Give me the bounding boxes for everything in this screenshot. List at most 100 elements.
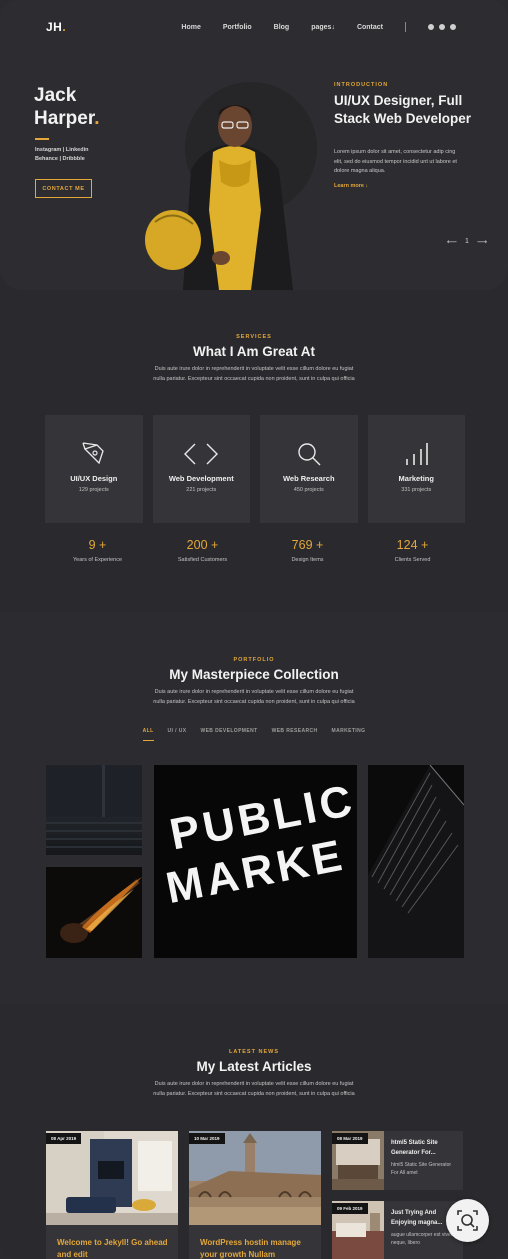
hero-links-line1[interactable]: Instagram | Linkedin [35,146,89,155]
portfolio-filters: ALL UI / UX WEB DEVELOPMENT WEB RESEARCH… [0,728,508,741]
stat-item: 124 + Clients Served [360,538,465,563]
hero-accent-rule [35,138,49,140]
filter-all[interactable]: ALL [142,728,154,741]
arrow-right-icon[interactable]: ⟶ [477,238,487,246]
living-room-image [46,1131,178,1225]
nav-divider [405,22,406,32]
portfolio-item-dark-room[interactable] [46,765,142,855]
stat-label: Satisfied Customers [177,557,228,563]
lens-search-icon [457,1210,478,1231]
twitter-icon[interactable] [450,24,456,30]
bar-chart-icon [406,443,429,465]
article-date: 10 Mar 2019 [189,1133,225,1144]
article-title[interactable]: WordPress hostin manage your growth Null… [200,1237,312,1259]
portfolio-description: Duis aute irure dolor in reprehenderit i… [153,689,355,705]
nav-portfolio[interactable]: Portfolio [223,24,252,31]
portfolio-title: My Masterpiece Collection [169,667,339,682]
side-article-desc: html5 Static Site Generator For All amet [391,1162,452,1176]
hero-section: JH. Home Portfolio Blog pages↓ Contact J… [0,0,508,290]
pen-tool-icon [82,442,104,465]
nav-pages[interactable]: pages↓ [311,24,335,31]
nav-home[interactable]: Home [181,24,200,31]
stat-number: 200 + [186,538,219,552]
page: JH. Home Portfolio Blog pages↓ Contact J… [0,0,508,1259]
intro-text: Lorem ipsum dolor sit amet, consectetur … [334,149,457,174]
logo-text: JH [46,20,63,34]
service-count: 221 projects [186,487,217,493]
stat-item: 769 + Design Items [255,538,360,563]
hero-name-last: Harper [34,108,95,129]
hero-links-line2[interactable]: Behance | Dribbble [35,155,89,164]
service-count: 129 projects [78,487,109,493]
nav-contact[interactable]: Contact [357,24,383,31]
learn-more-label: Learn more [334,183,364,189]
service-count: 331 projects [401,487,432,493]
public-market-sign: PUBLIC MARKE [154,774,357,915]
service-card[interactable]: Marketing 331 projects [367,415,465,523]
portfolio-item-public-market[interactable]: PUBLIC MARKE [154,765,357,958]
services-label: SERVICES [236,334,272,340]
services-description: Duis aute irure dolor in reprehenderit i… [153,366,355,382]
chevron-down-icon: ↓ [331,23,335,31]
arrow-left-icon[interactable]: ⟵ [447,238,457,246]
articles-title: My Latest Articles [196,1059,312,1074]
hero-social-links: Instagram | Linkedin Behance | Dribbble [35,146,89,164]
hero-name-first: Jack [34,85,77,106]
logo-dot: . [62,20,67,34]
article-title[interactable]: Welcome to Jekyll! Go ahead and edit [57,1237,169,1259]
learn-more-link[interactable]: Learn more ↓ [334,183,368,189]
social-icons [428,24,456,30]
article-card[interactable]: 10 Mar 2019 WordPress hostin manage your… [189,1131,321,1259]
hero-name: Jack Harper. [34,84,99,130]
stat-label: Clients Served [394,557,431,563]
stat-item: 9 + Years of Experience [45,538,150,563]
logo[interactable]: JH. [46,20,66,34]
portfolio-item-skyscraper[interactable] [368,765,464,958]
arrow-down-icon: ↓ [365,183,369,189]
stat-label: Design Items [291,557,324,563]
filter-ui-ux[interactable]: UI / UX [168,728,187,741]
top-nav: JH. Home Portfolio Blog pages↓ Contact [0,18,508,38]
service-count: 450 projects [293,487,324,493]
hero-pager: ⟵ 1 ⟶ [447,238,487,246]
service-card[interactable]: Web Development 221 projects [152,415,250,523]
article-date: 09 Feb 2019 [332,1203,368,1214]
intro-label: INTRODUCTION [334,82,389,88]
nav-pages-label: pages [311,23,332,31]
mosque-courtyard-image [189,1131,321,1225]
portfolio-label: PORTFOLIO [233,657,275,663]
dribbble-icon[interactable] [439,24,445,30]
stat-item: 200 + Satisfied Customers [150,538,255,563]
service-title: Web Development [168,474,234,483]
hero-portrait [145,105,293,290]
articles-label: LATEST NEWS [228,1049,279,1055]
match-flame-image [60,877,142,943]
code-brackets-icon [184,443,219,465]
service-card[interactable]: UI/UX Design 129 projects [45,415,143,523]
article-date: 08 Mar 2019 [332,1133,368,1144]
service-card[interactable]: Web Research 450 projects [260,415,358,523]
nav-blog[interactable]: Blog [274,24,290,31]
side-article-card[interactable]: 09 Feb 2019 Just Trying And Enjoying mag… [332,1201,463,1259]
contact-me-button[interactable]: CONTACT ME [35,179,92,198]
dark-room-image [46,765,142,848]
filter-marketing[interactable]: MARKETING [332,728,366,741]
visual-search-button[interactable] [446,1199,489,1242]
article-card[interactable]: 08 Apr 2019 Welcome to Jekyll! Go ahead … [46,1131,178,1259]
side-article-card[interactable]: 08 Mar 2019 html5 Static Site Generator … [332,1131,463,1190]
side-article-title[interactable]: html5 Static Site Generator For... [391,1138,457,1158]
skype-icon[interactable] [428,24,434,30]
service-title: Web Research [282,474,335,483]
articles-description: Duis aute irure dolor in reprehenderit i… [153,1081,355,1097]
stats-row: 9 + Years of Experience 200 + Satisfied Cu… [45,538,465,563]
article-date: 08 Apr 2019 [46,1133,82,1144]
services-title: What I Am Great At [192,344,315,359]
service-title: Marketing [398,474,434,483]
filter-web-research[interactable]: WEB RESEARCH [272,728,318,741]
portfolio-item-match-flame[interactable] [46,867,142,958]
stat-number: 124 + [396,538,429,552]
stat-label: Years of Experience [72,557,123,563]
nav-menu: Home Portfolio Blog pages↓ Contact [181,22,456,32]
intro-title: UI/UX Designer, Full Stack Web Developer [334,93,472,126]
filter-web-development[interactable]: WEB DEVELOPMENT [200,728,257,741]
